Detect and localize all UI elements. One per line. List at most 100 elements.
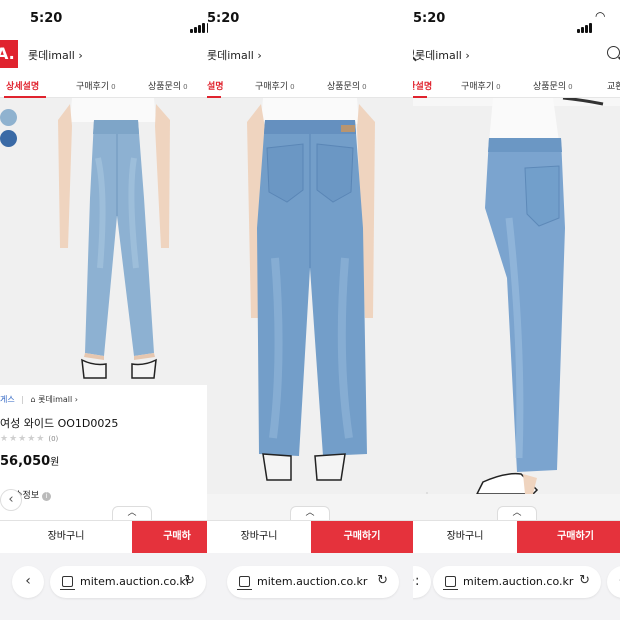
status-bar: 5:20: [207, 0, 413, 38]
jeans-front-image: [0, 98, 207, 385]
tab-qna-label: 상품문의: [327, 82, 361, 92]
tab-detail[interactable]: 설명: [207, 79, 224, 92]
browser-back-button[interactable]: ‹: [12, 566, 44, 598]
rating-stars[interactable]: ★★★★★ (0): [0, 434, 58, 444]
prev-image-button[interactable]: ‹: [0, 489, 22, 511]
back-chevron-icon: ‹: [25, 573, 31, 589]
signal-icon: [190, 14, 206, 33]
tab-exchange[interactable]: 교환: [607, 79, 620, 92]
color-swatch-dark[interactable]: [0, 130, 17, 147]
reload-icon[interactable]: ↻: [377, 573, 388, 588]
browser-toolbar: mitem.auction.co.kr ↻: [207, 553, 413, 620]
detail-tabs: 교환설명 구매후기0 상품문의0 교환: [413, 72, 620, 98]
home-icon: ⌂: [30, 395, 36, 404]
wifi-icon: ◠: [595, 9, 606, 23]
search-icon[interactable]: [607, 46, 620, 59]
top-bar: 롯데imall ›: [413, 40, 620, 70]
product-photo-back[interactable]: [207, 98, 413, 494]
browser-more-button[interactable]: ·:: [413, 566, 431, 598]
purchase-action-bar: 장바구니 구매하: [0, 520, 207, 553]
seller-link[interactable]: 롯데imall ›: [28, 47, 83, 63]
tab-reviews-label: 구매후기: [461, 82, 495, 92]
breadcrumb-brand[interactable]: 게스: [0, 395, 15, 404]
panel-product-back: 5:20 롯데imall › 설명 구매후기 0 상품문의 0 ︿ 장바구니 구…: [207, 0, 413, 620]
top-bar: 롯데imall ›: [207, 40, 413, 70]
expand-up-tab[interactable]: ︿: [290, 506, 330, 520]
price-unit: 원: [50, 457, 60, 468]
more-dots-icon: ·:: [413, 573, 420, 589]
breadcrumb: 게스 | ⌂ 롯데imall ›: [0, 395, 78, 404]
seller-link[interactable]: 롯데imall ›: [415, 47, 470, 63]
product-photo-side[interactable]: [413, 98, 620, 494]
reload-icon[interactable]: ↻: [579, 573, 590, 588]
jeans-side-image: [413, 98, 620, 494]
address-bar[interactable]: mitem.auction.co.kr ↻: [433, 566, 601, 598]
status-time: 5:20: [30, 11, 63, 26]
tab-detail[interactable]: 상세설명: [6, 79, 39, 92]
detail-tabs: 설명 구매후기 0 상품문의 0: [207, 72, 413, 98]
search-icon[interactable]: [413, 46, 414, 59]
status-bar: 5:20: [0, 0, 207, 38]
tab-qna-count: 0: [183, 83, 188, 91]
star-icons: ★★★★★: [0, 434, 46, 444]
tab-reviews[interactable]: 구매후기 0: [255, 79, 295, 92]
expand-up-tab[interactable]: ︿: [112, 506, 152, 520]
jeans-back-image: [207, 98, 413, 494]
product-price: 56,050원: [0, 453, 59, 469]
address-url: mitem.auction.co.kr: [80, 575, 191, 588]
expand-up-tab[interactable]: ︿: [497, 506, 537, 520]
cart-button[interactable]: 장바구니: [413, 521, 517, 553]
info-icon: i: [42, 492, 52, 501]
tab-qna-count: 0: [362, 83, 367, 91]
buy-button[interactable]: 구매하기: [517, 521, 620, 553]
tab-reviews[interactable]: 구매후기 0: [76, 79, 116, 92]
top-bar: A. 롯데imall ›: [0, 40, 207, 70]
color-swatch-light[interactable]: [0, 109, 17, 126]
tab-qna-count: 0: [568, 83, 573, 91]
purchase-action-bar: 장바구니 구매하기: [207, 520, 413, 553]
buy-button[interactable]: 구매하: [132, 521, 207, 553]
price-value: 56,050: [0, 454, 51, 469]
reload-icon[interactable]: ↻: [184, 573, 195, 588]
address-bar[interactable]: mitem.auction.co.kr ↻: [227, 566, 399, 598]
tab-qna[interactable]: 상품문의 0: [327, 79, 367, 92]
tab-qna-label: 상품문의: [148, 82, 182, 92]
detail-tabs: 상세설명 구매후기 0 상품문의 0: [0, 72, 207, 98]
page-icon: [60, 576, 75, 590]
tab-reviews-count: 0: [496, 83, 501, 91]
tab-reviews-count: 0: [111, 83, 116, 91]
breadcrumb-seller[interactable]: 롯데imall ›: [38, 395, 78, 404]
panel-product-side: ◠ 5:20 ◠ 롯데imall › 교환설명 구매후기0 상품문의0 교환: [413, 0, 620, 620]
buy-button[interactable]: 구매하기: [311, 521, 413, 553]
browser-more-button[interactable]: ·:: [607, 566, 620, 598]
address-url: mitem.auction.co.kr: [463, 575, 574, 588]
browser-toolbar: ‹ mitem.auction.co.kr ↻: [0, 553, 207, 620]
purchase-action-bar: 장바구니 구매하기: [413, 520, 620, 553]
tab-reviews[interactable]: 구매후기 0: [461, 79, 501, 92]
address-url: mitem.auction.co.kr: [257, 575, 368, 588]
tab-reviews-count: 0: [290, 83, 295, 91]
status-time: 5:20: [413, 11, 446, 26]
product-title: 여성 와이드 OO1D0025: [0, 417, 119, 430]
tab-reviews-label: 구매후기: [76, 82, 110, 92]
page-icon: [443, 576, 458, 590]
address-bar[interactable]: mitem.auction.co.kr ↻: [50, 566, 206, 598]
cart-button[interactable]: 장바구니: [0, 521, 132, 553]
tab-qna[interactable]: 상품문의 0: [148, 79, 188, 92]
status-bar: ◠ 5:20 ◠: [413, 0, 620, 38]
seller-link[interactable]: 롯데imall ›: [207, 47, 262, 63]
page-icon: [237, 576, 252, 590]
signal-icon: [577, 14, 593, 33]
cart-button[interactable]: 장바구니: [207, 521, 311, 553]
review-count: (0): [48, 435, 59, 443]
store-logo[interactable]: A.: [0, 40, 18, 68]
product-photo-front[interactable]: [0, 98, 207, 385]
panel-product-front: 5:20 A. 롯데imall › 상세설명 구매후기 0 상품문의 0 게스 …: [0, 0, 207, 620]
tab-qna[interactable]: 상품문의 0: [533, 79, 573, 92]
status-time: 5:20: [207, 11, 240, 26]
browser-toolbar: ·: mitem.auction.co.kr ↻ ·:: [413, 553, 620, 620]
tab-qna-label: 상품문의: [533, 82, 567, 92]
tab-detail[interactable]: 교환설명: [413, 79, 432, 92]
tab-reviews-label: 구매후기: [255, 82, 289, 92]
screenshot-stage: 5:20 A. 롯데imall › 상세설명 구매후기 0 상품문의 0 게스 …: [0, 0, 620, 620]
